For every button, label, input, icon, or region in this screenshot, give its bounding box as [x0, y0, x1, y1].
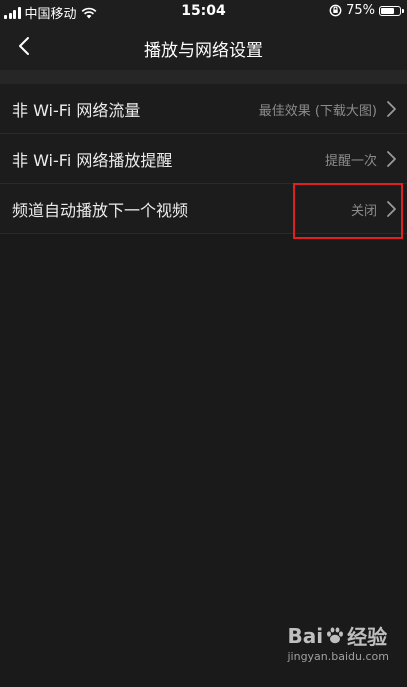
setting-row-non-wifi-play-reminder[interactable]: 非 Wi-Fi 网络播放提醒 提醒一次	[0, 134, 407, 184]
orientation-lock-icon	[329, 4, 342, 17]
setting-value: 最佳效果 (下载大图)	[258, 104, 377, 119]
battery-percent: 75%	[346, 3, 375, 18]
setting-value: 提醒一次	[324, 154, 377, 169]
section-spacer	[0, 70, 407, 84]
page-title: 播放与网络设置	[144, 41, 263, 61]
chevron-right-icon	[387, 101, 396, 117]
highlight-annotation	[293, 183, 403, 239]
setting-label: 非 Wi-Fi 网络播放提醒	[12, 151, 173, 170]
chevron-right-icon	[387, 151, 396, 167]
watermark-logo: Bai 经验	[287, 621, 389, 650]
battery-fill	[381, 7, 394, 14]
setting-label: 频道自动播放下一个视频	[12, 201, 189, 220]
watermark-url: jingyan.baidu.com	[287, 650, 389, 663]
setting-row-non-wifi-traffic[interactable]: 非 Wi-Fi 网络流量 最佳效果 (下载大图)	[0, 84, 407, 134]
paw-icon	[327, 627, 344, 643]
nav-bar: 播放与网络设置	[0, 22, 407, 70]
watermark-brand-a: Bai	[287, 623, 324, 648]
status-bar: 中国移动 15:04 75%	[0, 0, 407, 22]
battery-icon	[379, 5, 404, 16]
baidu-jingyan-watermark: Bai 经验 jingyan.baidu.com	[287, 621, 389, 664]
status-right: 75%	[329, 3, 404, 18]
watermark-brand-b: 经验	[347, 625, 388, 649]
setting-label: 非 Wi-Fi 网络流量	[12, 101, 141, 120]
